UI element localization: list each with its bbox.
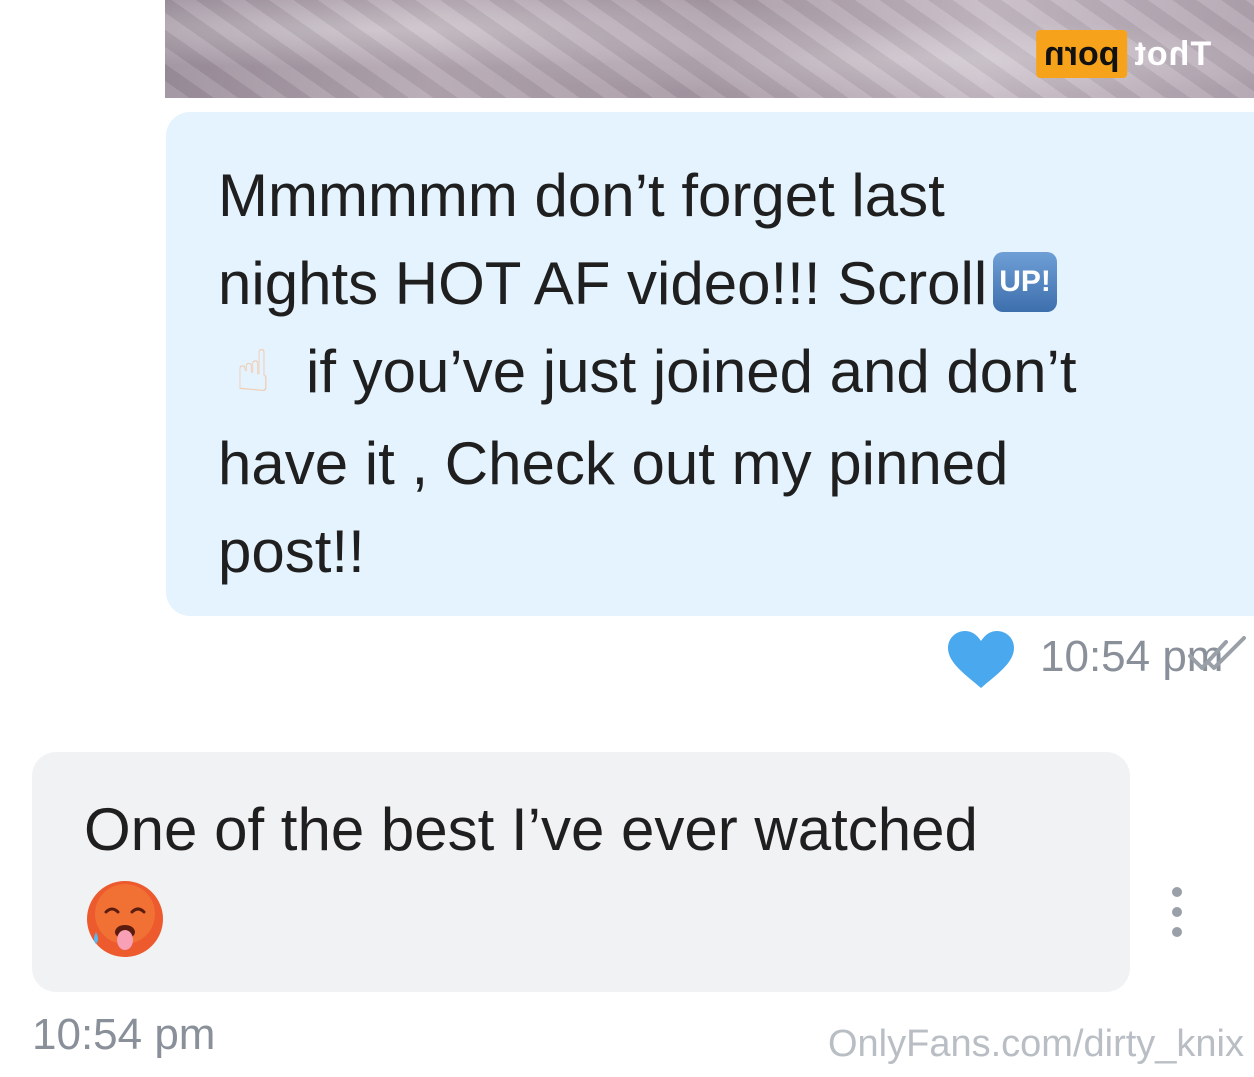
watermark-logo: Thot porn: [1036, 30, 1215, 78]
hot-face-icon: [87, 881, 163, 957]
double-check-icon: [1188, 636, 1246, 670]
message-line-3: ☝ if you’ve just joined and don’t: [218, 328, 1218, 420]
watermark-box-text: porn: [1036, 30, 1128, 78]
message-line-3-text: if you’ve just joined and don’t: [306, 338, 1077, 405]
up-button-icon: UP!: [993, 252, 1057, 313]
outgoing-message-meta: 10:54 pm: [854, 630, 1254, 690]
heart-icon[interactable]: [946, 630, 1016, 690]
incoming-message-text: One of the best I’ve ever watched: [84, 796, 978, 863]
watermark-plain-text: Thot: [1133, 34, 1212, 73]
incoming-timestamp: 10:54 pm: [32, 1010, 216, 1059]
message-line-5: post!!: [218, 518, 365, 586]
message-line-4: have it , Check out my pinned: [218, 430, 1009, 498]
incoming-message-bubble[interactable]: One of the best I’ve ever watched: [32, 752, 1130, 992]
site-watermark: OnlyFans.com/dirty_knix: [827, 1023, 1244, 1065]
message-line-1: Mmmmmm don’t forget last: [218, 162, 945, 229]
outgoing-message-text: Mmmmmm don’t forget last nights HOT AF v…: [218, 152, 1218, 596]
pointing-up-icon: ☝: [235, 339, 271, 405]
more-vertical-icon[interactable]: [1164, 884, 1190, 940]
message-line-2-text: nights HOT AF video!!! Scroll: [218, 250, 988, 317]
message-line-2: nights HOT AF video!!! Scroll UP!: [218, 240, 1218, 328]
outgoing-message-bubble[interactable]: Mmmmmm don’t forget last nights HOT AF v…: [166, 112, 1254, 616]
